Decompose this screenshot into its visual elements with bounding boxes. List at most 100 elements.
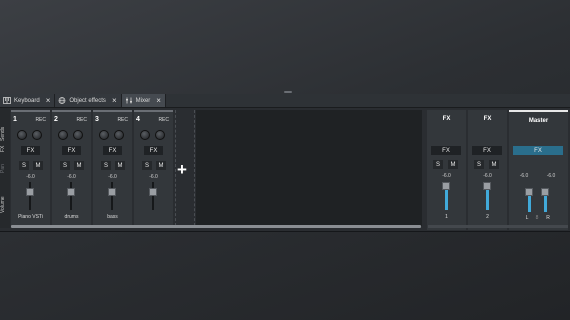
volume-fader[interactable] [67,188,75,196]
solo-button[interactable]: S [101,161,111,170]
fx-return-title: FX [483,116,492,122]
solo-button[interactable]: S [433,160,443,169]
master-title: Master [528,118,549,124]
mute-button[interactable]: M [489,160,499,169]
solo-button[interactable]: S [19,161,29,170]
mute-button[interactable]: M [156,161,166,170]
fader-track [70,182,72,210]
panel-bottom-border [0,231,570,232]
horizontal-scrollbar[interactable] [11,225,421,228]
channel-strip: 1 REC FX S M -6.0 Piano VSTi [11,110,50,226]
volume-label: Volume [0,196,6,214]
channel-name[interactable]: bass [93,214,132,220]
row-labels-column: Sends FX Pan Volume [0,108,10,228]
rec-button[interactable]: REC [117,117,128,123]
send-knob-2[interactable] [114,130,124,140]
channel-number: 3 [95,116,99,123]
volume-fader[interactable] [108,188,116,196]
fx-button[interactable]: FX [144,146,163,155]
send-knob-1[interactable] [140,130,150,140]
send-knob-2[interactable] [155,130,165,140]
tab-mixer[interactable]: Mixer × [121,94,166,107]
right-level-meter [544,194,547,212]
link-icon[interactable]: 8 [532,215,542,221]
close-icon[interactable]: × [156,96,161,105]
fx-return-name: 1 [445,214,448,220]
fx-return-strip: FX FX S M -6.0 2 [468,110,507,230]
master-right-fader[interactable] [541,188,549,196]
send-knob-1[interactable] [17,130,27,140]
master-strip: Master FX -6.0 -6.0 L 8 R [509,110,568,230]
panel-resize-grip[interactable] [284,91,292,93]
channel-number: 2 [54,116,58,123]
fx-button[interactable]: FX [103,146,122,155]
fx-return-strip: FX FX S M -6.0 1 [427,110,466,230]
right-channel-label: R [546,215,550,221]
channel-name[interactable]: drums [52,214,91,220]
send-knob-1[interactable] [58,130,68,140]
mute-button[interactable]: M [33,161,43,170]
fx-button[interactable]: FX [21,146,40,155]
mute-button[interactable]: M [74,161,84,170]
tab-keyboard[interactable]: Keyboard × [0,94,56,107]
master-right-value: -6.0 [546,173,556,179]
solo-button[interactable]: S [142,161,152,170]
volume-value: -6.0 [67,174,76,180]
tab-bar: Keyboard × Object effects × Mixer × [0,94,570,108]
volume-fader[interactable] [149,188,157,196]
solo-button[interactable]: S [474,160,484,169]
fader-track [152,182,154,210]
rec-button[interactable]: REC [158,117,169,123]
channel-strip: 4 REC FX S M -6.0 [134,110,173,226]
send-knob-2[interactable] [73,130,83,140]
mixer-icon [125,97,132,104]
fx-return-title: FX [442,116,451,122]
channel-strip: 2 REC FX S M -6.0 drums [52,110,91,226]
volume-fader[interactable] [26,188,34,196]
mixer-panel: Sends FX Pan Volume 1 REC FX S M -6.0 Pi… [0,108,570,232]
drop-zone-divider [175,110,176,226]
rec-button[interactable]: REC [76,117,87,123]
send-knob-1[interactable] [99,130,109,140]
mute-button[interactable]: M [448,160,458,169]
tab-keyboard-label: Keyboard [14,97,40,104]
drop-zone-divider [194,110,195,226]
level-meter [486,188,489,210]
tab-object-effects[interactable]: Object effects × [55,94,122,107]
channel-name[interactable]: Piano VSTi [11,214,50,220]
solo-button[interactable]: S [60,161,70,170]
master-left-fader[interactable] [525,188,533,196]
close-icon[interactable]: × [112,96,117,105]
pan-label: Pan [0,164,6,174]
channel-number: 1 [13,116,17,123]
volume-fader[interactable] [442,182,450,190]
send-knob-2[interactable] [32,130,42,140]
close-icon[interactable]: × [46,96,51,105]
tab-mixer-label: Mixer [135,97,151,104]
level-meter [445,188,448,210]
volume-value: -6.0 [442,173,451,179]
fx-button[interactable]: FX [472,146,502,155]
sends-label: Sends [0,126,6,142]
volume-value: -6.0 [149,174,158,180]
master-left-value: -6.0 [519,173,529,179]
tab-object-effects-label: Object effects [69,97,106,104]
fx-return-name: 2 [486,214,489,220]
keyboard-icon [3,97,11,104]
master-fx-button[interactable]: FX [513,146,563,155]
add-track-button[interactable]: + [177,161,187,178]
volume-value: -6.0 [26,174,35,180]
volume-value: -6.0 [483,173,492,179]
fader-track [29,182,31,210]
workspace-background [0,0,570,92]
fx-button[interactable]: FX [431,146,461,155]
fader-track [111,182,113,210]
fx-row-label: FX [0,145,6,153]
empty-tracks-area [196,110,422,226]
channel-strip: 3 REC FX S M -6.0 bass [93,110,132,226]
volume-value: -6.0 [108,174,117,180]
volume-fader[interactable] [483,182,491,190]
rec-button[interactable]: REC [35,117,46,123]
mute-button[interactable]: M [115,161,125,170]
fx-button[interactable]: FX [62,146,81,155]
